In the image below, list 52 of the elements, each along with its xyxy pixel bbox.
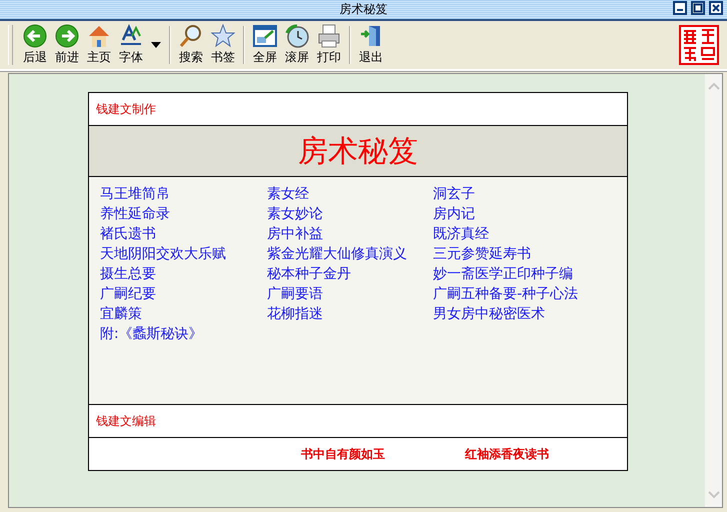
book-link[interactable]: 马王堆简帛	[100, 185, 267, 205]
window-icon	[253, 24, 277, 48]
toolbar-button[interactable]: 主页	[83, 24, 115, 66]
toolbar-button[interactable]: 书签	[207, 24, 239, 66]
clock-icon	[285, 24, 309, 48]
book-link[interactable]: 三元参赞延寿书	[433, 245, 627, 265]
toolbar-button[interactable]: 打印	[313, 24, 345, 66]
book-link[interactable]: 男女房中秘密医术	[433, 305, 627, 325]
window-title: 房术秘笈	[340, 1, 388, 18]
book-link[interactable]: 既济真经	[433, 225, 627, 245]
book-link[interactable]: 紫金光耀大仙修真演义	[267, 245, 433, 265]
toolbar-button[interactable]: 后退	[19, 24, 51, 66]
book-link[interactable]: 广嗣要语	[267, 285, 433, 305]
book-link[interactable]: 素女妙论	[267, 205, 433, 225]
book-link[interactable]: 秘本种子金丹	[267, 265, 433, 285]
book-link[interactable]: 附:《蠡斯秘诀》	[100, 325, 267, 345]
door-exit-icon	[359, 24, 383, 48]
toolbar-button[interactable]: 滚屏	[281, 24, 313, 66]
page-title: 房术秘笈	[298, 132, 418, 170]
book-link[interactable]: 花柳指迷	[267, 305, 433, 325]
minimize-button[interactable]	[673, 1, 687, 15]
book-link[interactable]: 素女经	[267, 185, 433, 205]
motto-text: 红袖添香夜读书	[465, 446, 549, 462]
close-button[interactable]	[709, 1, 723, 15]
star-icon	[211, 24, 235, 48]
search-icon	[179, 24, 203, 48]
book-link[interactable]: 养性延命录	[100, 205, 267, 225]
book-link[interactable]: 洞玄子	[433, 185, 627, 205]
book-link[interactable]: 广嗣五种备要-种子心法	[433, 285, 627, 305]
toolbar-button[interactable]: 全屏	[249, 24, 281, 66]
book-link[interactable]: 摄生总要	[100, 265, 267, 285]
book-link[interactable]: 房内记	[433, 205, 627, 225]
editor-credit: 钱建文编辑	[89, 404, 627, 438]
book-link[interactable]: 妙一斋医学正印种子编	[433, 265, 627, 285]
house-icon	[87, 24, 111, 48]
toolbar-button[interactable]: 前进	[51, 24, 83, 66]
maximize-icon	[693, 3, 703, 13]
toolbar-button[interactable]: 退出	[355, 24, 387, 66]
book-link[interactable]: 房中补益	[267, 225, 433, 245]
font-icon	[119, 24, 143, 48]
toolbar-button[interactable]: 字体	[115, 24, 147, 66]
book-link[interactable]: 褚氏遗书	[100, 225, 267, 245]
book-link[interactable]: 宜麟策	[100, 305, 267, 325]
dropdown-caret-icon[interactable]	[151, 42, 161, 48]
printer-icon	[317, 24, 341, 48]
motto-text: 书中自有颜如玉	[301, 446, 385, 462]
seal-logo-icon	[679, 25, 719, 65]
maximize-button[interactable]	[691, 1, 705, 15]
book-link[interactable]: 广嗣纪要	[100, 285, 267, 305]
close-icon	[711, 3, 721, 13]
book-link[interactable]: 天地阴阳交欢大乐赋	[100, 245, 267, 265]
toolbar-button[interactable]: 搜索	[175, 24, 207, 66]
